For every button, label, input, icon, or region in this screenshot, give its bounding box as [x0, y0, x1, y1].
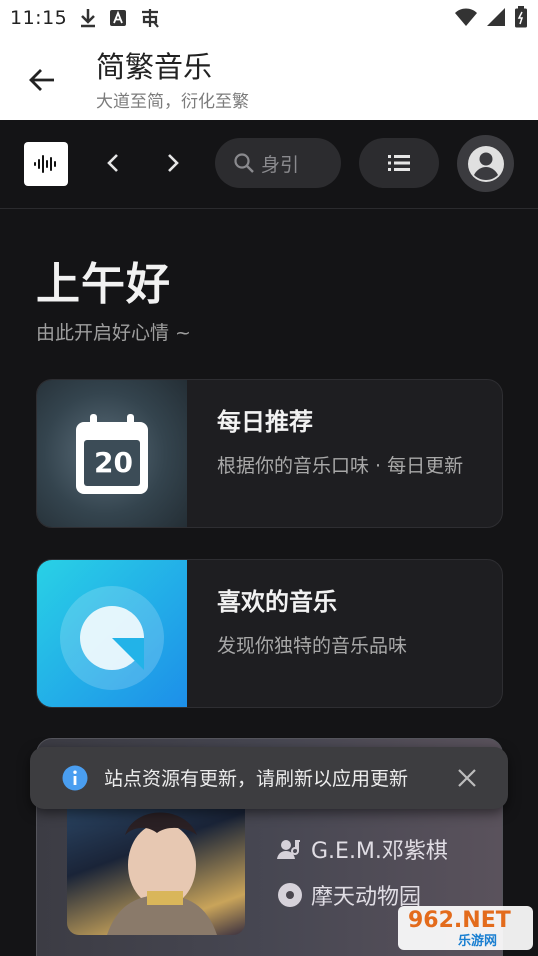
web-content: 身引 上午好 由此开启好心情 ~ 20 每日推荐 根据你的音乐口味 · 每日更新… — [0, 120, 538, 956]
album-row[interactable]: 摩天动物园 — [277, 879, 421, 911]
status-bar: 11:15 — [0, 0, 538, 36]
watermark-logo: 962.NET 乐游网 — [398, 906, 533, 950]
app-notification-icon — [139, 7, 161, 29]
app-title: 简繁音乐 — [96, 50, 213, 84]
status-time: 11:15 — [10, 7, 68, 29]
watermark-site: 乐游网 — [458, 934, 498, 949]
account-circle-icon — [467, 145, 504, 182]
app-subtitle: 大道至简，衍化至繁 — [96, 92, 249, 112]
menu-button[interactable] — [359, 138, 439, 188]
daily-recommend-desc: 根据你的音乐口味 · 每日更新 — [217, 455, 464, 477]
daily-recommend-card[interactable]: 20 每日推荐 根据你的音乐口味 · 每日更新 — [36, 379, 503, 528]
artist-icon — [277, 840, 300, 859]
favorite-music-thumb — [37, 560, 187, 707]
list-icon — [388, 155, 410, 171]
search-placeholder: 身引 — [261, 153, 300, 176]
greeting-subtitle: 由此开启好心情 ~ — [36, 322, 191, 344]
close-icon[interactable] — [454, 765, 480, 791]
app-logo[interactable] — [24, 142, 68, 186]
user-avatar[interactable] — [457, 135, 514, 192]
chevron-left-icon — [107, 154, 118, 172]
greeting-title: 上午好 — [36, 259, 171, 310]
favorite-music-desc: 发现你独特的音乐品味 — [217, 635, 408, 657]
chevron-right-icon — [168, 154, 179, 172]
search-input[interactable]: 身引 — [215, 138, 341, 188]
album-disc-icon — [278, 883, 302, 907]
disc-icon — [60, 586, 164, 690]
album-cover — [67, 795, 245, 935]
font-a-icon — [109, 9, 127, 27]
forward-nav-button[interactable] — [158, 148, 188, 178]
toast-message: 站点资源有更新，请刷新以应用更新 — [104, 768, 409, 790]
info-icon — [62, 765, 88, 791]
waveform-icon — [34, 155, 56, 173]
daily-recommend-thumb: 20 — [37, 380, 187, 527]
cell-signal-icon — [486, 7, 506, 31]
app-bar: 简繁音乐 大道至简，衍化至繁 — [0, 36, 538, 120]
back-button[interactable] — [22, 60, 62, 100]
search-icon — [234, 153, 254, 173]
update-toast: 站点资源有更新，请刷新以应用更新 — [30, 747, 508, 809]
arrow-left-icon — [29, 69, 54, 91]
favorite-music-card[interactable]: 喜欢的音乐 发现你独特的音乐品味 — [36, 559, 503, 708]
artist-row[interactable]: G.E.M.邓紫棋 — [277, 833, 448, 865]
wifi-icon — [454, 7, 478, 31]
album-art-image — [107, 812, 217, 935]
calendar-day-number: 20 — [94, 446, 133, 479]
battery-icon — [514, 6, 528, 32]
artist-name: G.E.M.邓紫棋 — [311, 839, 448, 864]
daily-recommend-title: 每日推荐 — [217, 408, 313, 436]
web-toolbar: 身引 — [0, 120, 538, 209]
back-nav-button[interactable] — [98, 148, 128, 178]
download-icon — [79, 8, 97, 28]
favorite-music-title: 喜欢的音乐 — [217, 588, 337, 616]
